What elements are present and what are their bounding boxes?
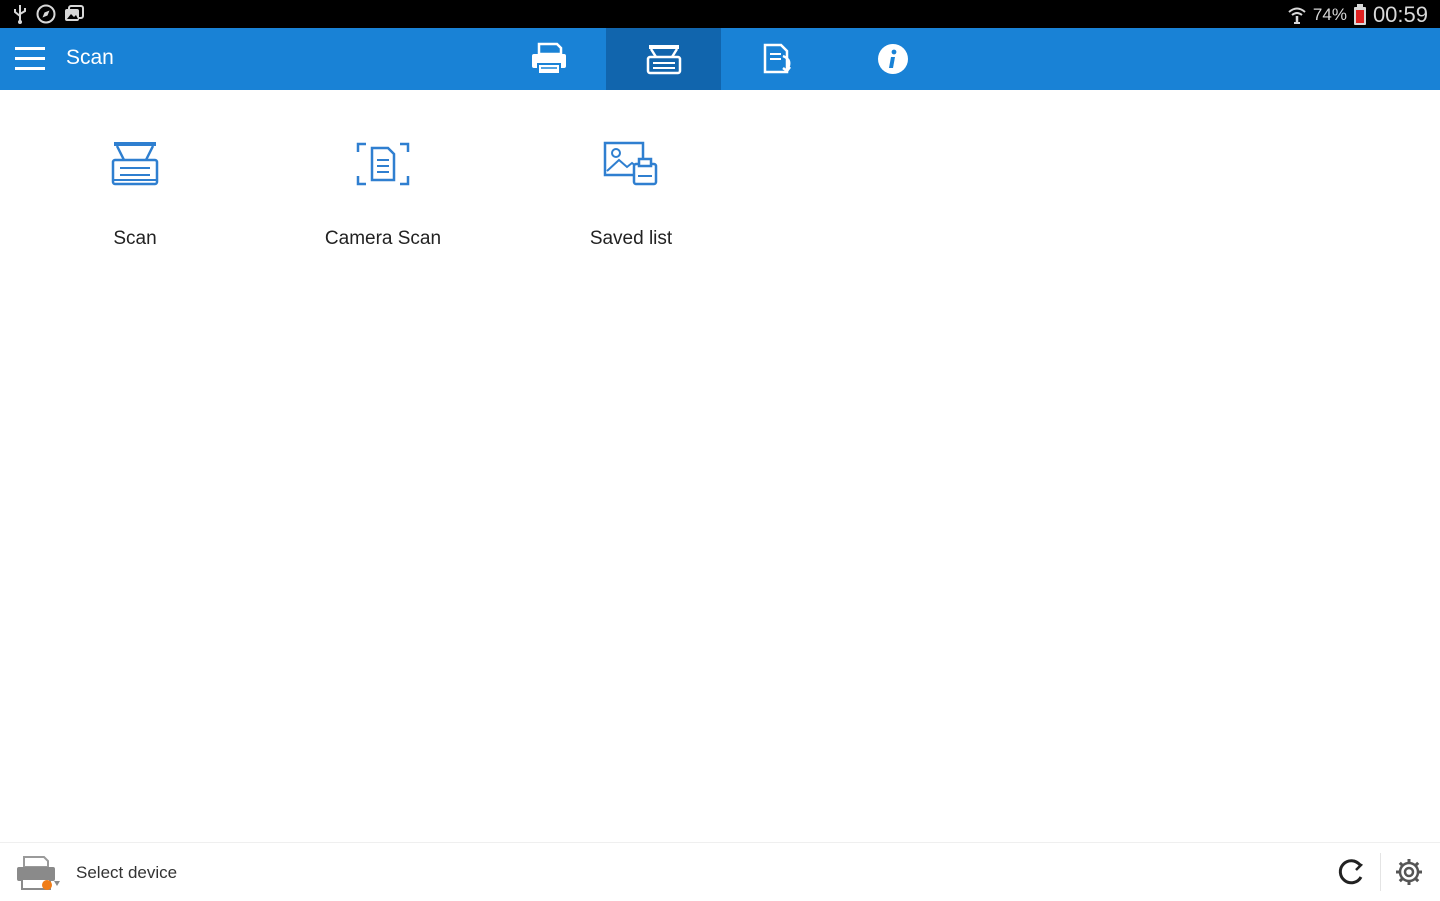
device-select-button[interactable] xyxy=(14,855,62,898)
usb-icon xyxy=(14,5,26,24)
bottom-bar-divider xyxy=(1380,853,1381,891)
tab-document-transfer[interactable] xyxy=(720,28,835,90)
printer-warning-icon xyxy=(17,856,60,890)
hamburger-menu-icon xyxy=(15,47,45,70)
scanner-icon xyxy=(646,45,681,75)
app-title: Scan xyxy=(66,46,114,69)
camera-scan-icon xyxy=(356,142,410,186)
battery-icon xyxy=(1353,4,1366,25)
tile-scan-label: Scan xyxy=(113,228,157,249)
saved-list-icon xyxy=(603,141,658,186)
tile-scan[interactable]: Scan xyxy=(45,138,225,268)
tile-camera-scan-label: Camera Scan xyxy=(324,228,442,249)
bottom-bar: Select device xyxy=(0,842,1440,901)
tab-print[interactable] xyxy=(491,28,606,90)
battery-percent: 74% xyxy=(1312,5,1347,24)
app-bar: Scan xyxy=(0,28,1440,90)
document-transfer-icon xyxy=(763,43,791,74)
wifi-icon xyxy=(1288,7,1306,24)
refresh-button[interactable] xyxy=(1336,857,1366,892)
tile-saved-list-label: Saved list xyxy=(589,228,673,249)
photos-icon xyxy=(65,5,84,21)
refresh-icon xyxy=(1338,859,1364,885)
clock: 00:59 xyxy=(1372,2,1428,27)
settings-button[interactable] xyxy=(1394,857,1424,892)
printer-icon xyxy=(531,42,566,75)
select-device-label[interactable]: Select device xyxy=(76,863,177,883)
tile-camera-scan[interactable]: Camera Scan xyxy=(293,138,473,268)
scanner-icon xyxy=(111,142,159,186)
hamburger-menu-button[interactable] xyxy=(14,44,46,74)
tile-saved-list[interactable]: Saved list xyxy=(541,138,721,268)
status-bar-right: 74% 00:59 xyxy=(1287,2,1428,28)
compass-icon xyxy=(36,4,56,24)
tab-info[interactable] xyxy=(835,28,950,90)
status-bar-left xyxy=(12,4,84,24)
status-bar: 74% 00:59 xyxy=(0,0,1440,28)
info-icon xyxy=(877,44,908,74)
settings-icon xyxy=(1396,859,1422,885)
tab-scan[interactable] xyxy=(606,28,721,90)
